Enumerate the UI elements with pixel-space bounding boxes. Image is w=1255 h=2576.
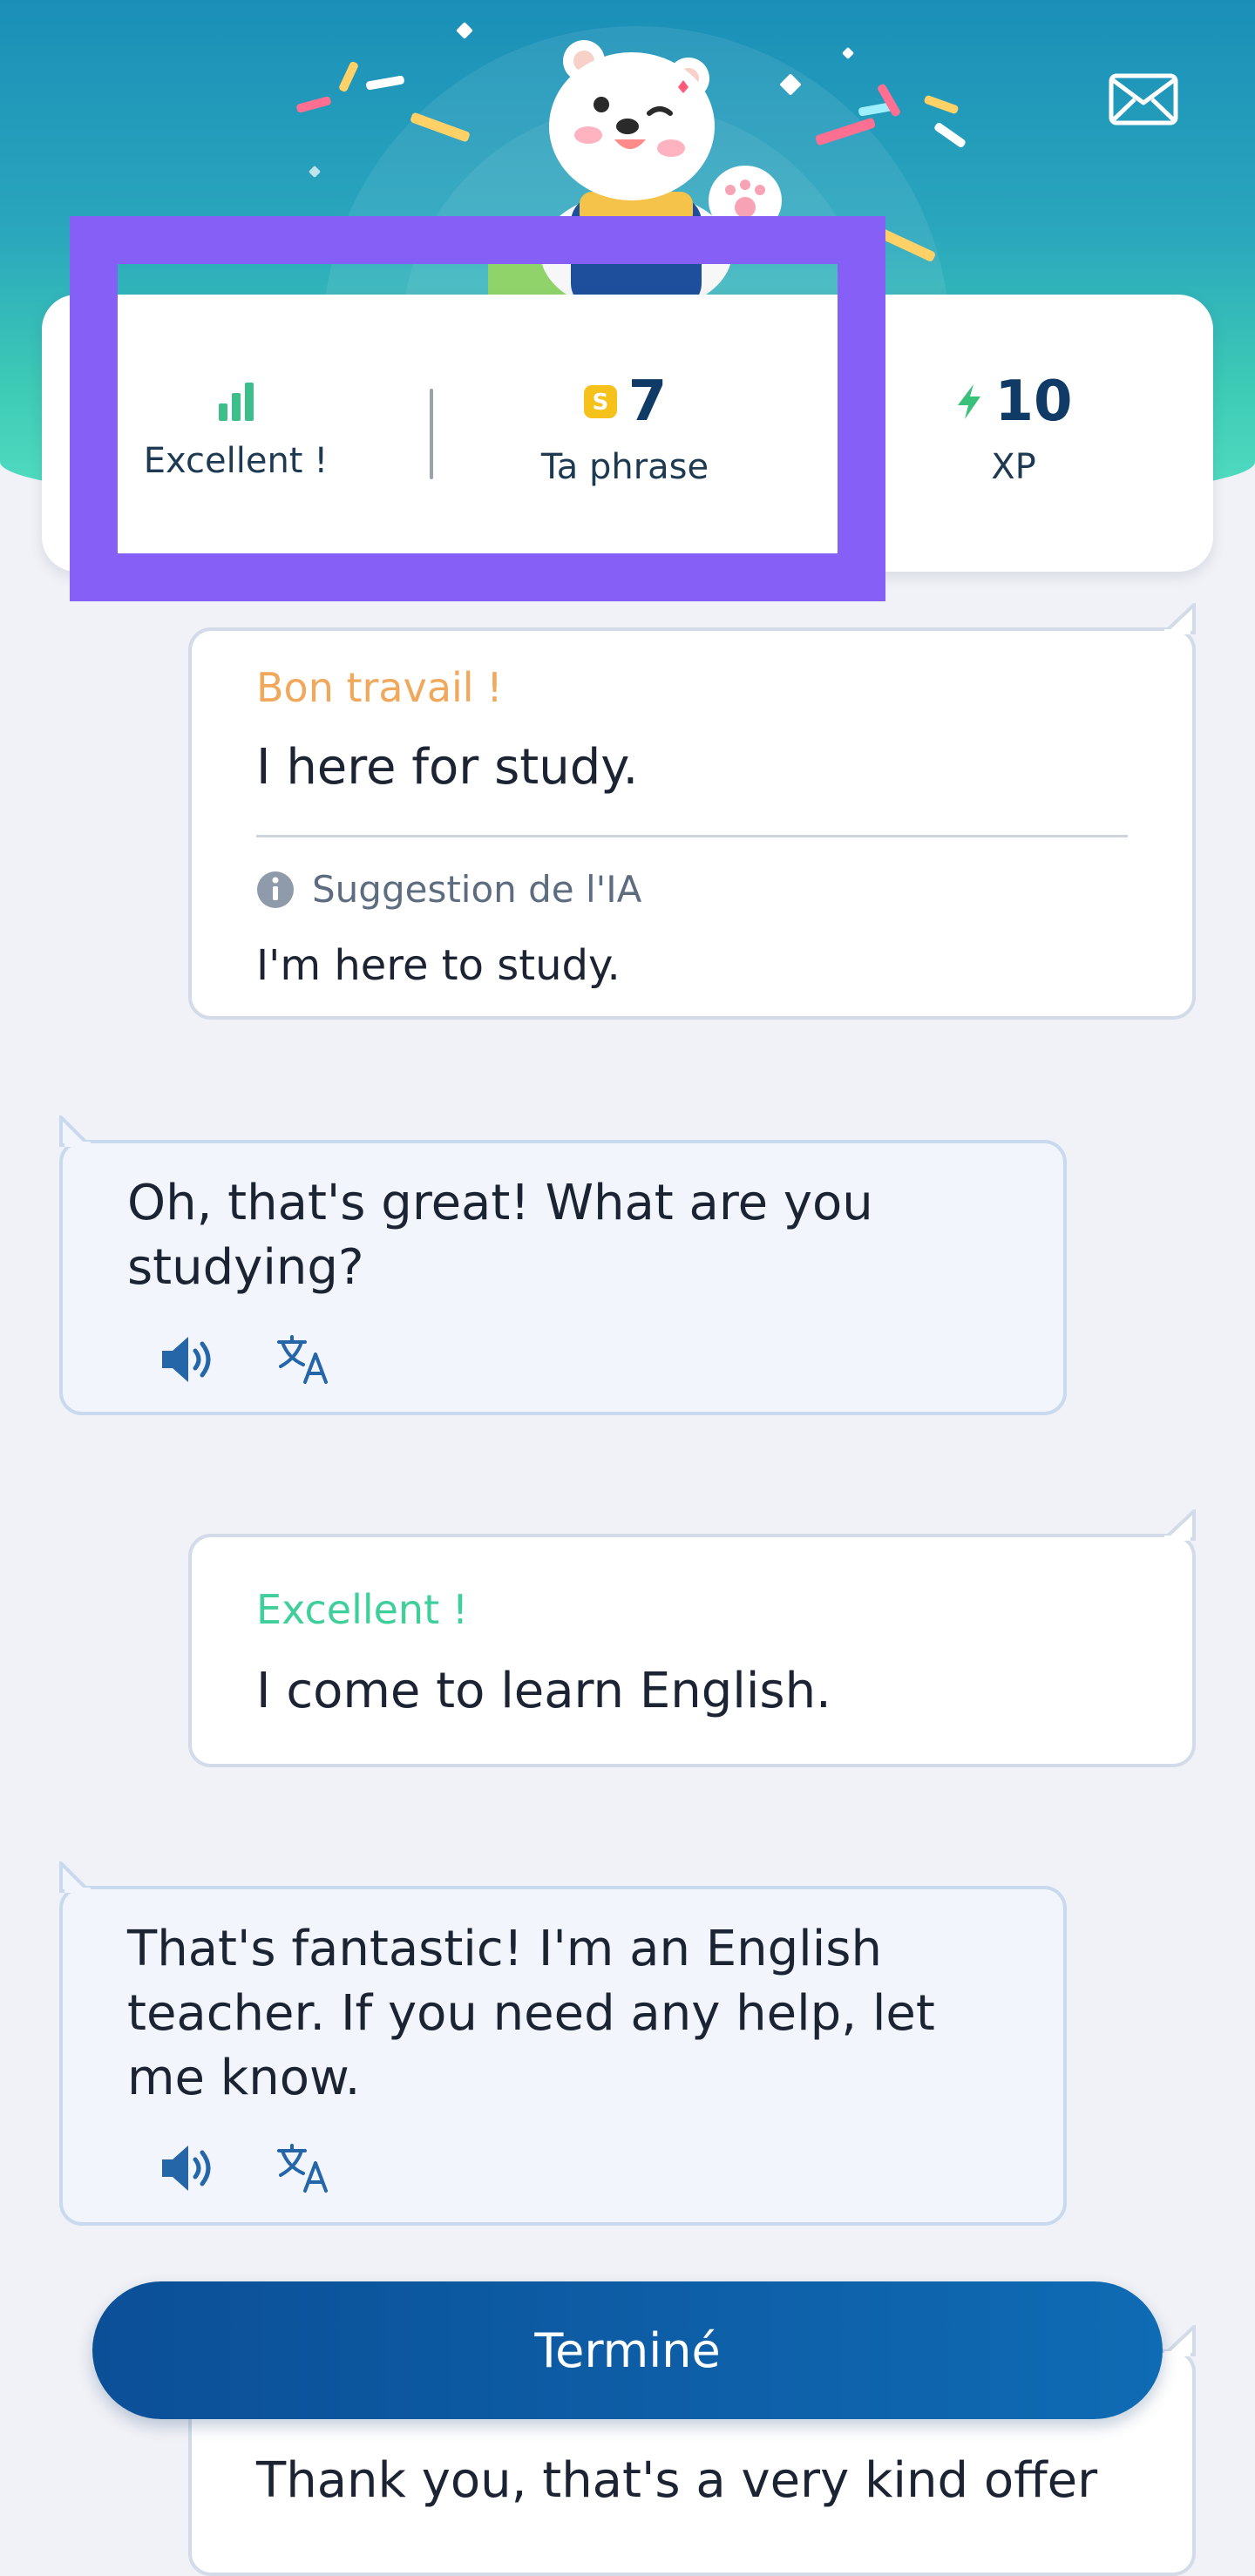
suggestion-divider — [256, 835, 1128, 837]
bubble-tail — [1164, 1509, 1196, 1541]
ai-suggestion-header: Suggestion de l'IA — [256, 868, 641, 911]
bubble-tail — [1164, 2325, 1196, 2356]
user-sentence: I here for study. — [256, 739, 639, 796]
translate-icon[interactable] — [275, 2142, 331, 2194]
svg-text:S: S — [592, 390, 608, 416]
ai-message-text: Oh, that's great! What are you studying? — [127, 1175, 873, 1296]
confetti — [295, 95, 332, 114]
feedback-label: Bon travail ! — [256, 664, 503, 711]
bubble-tail — [59, 1861, 91, 1893]
xp-stat: 10 XP — [817, 295, 1210, 572]
ai-suggestion-text: I'm here to study. — [256, 941, 621, 990]
ai-message-bubble: That's fantastic! I'm an English teacher… — [59, 1861, 1067, 2226]
info-icon — [257, 871, 294, 908]
sparkle — [841, 46, 855, 60]
signal-bars-icon — [218, 383, 254, 421]
user-message-bubble: Bon travail ! I here for study. Suggesti… — [188, 603, 1196, 1020]
lightning-icon — [958, 384, 981, 419]
ai-suggestion-label: Suggestion de l'IA — [312, 868, 642, 911]
sentence-stat: S 7 Ta phrase — [433, 295, 817, 572]
sentence-label: Ta phrase — [540, 447, 709, 487]
confetti — [365, 75, 405, 91]
done-button[interactable]: Terminé — [92, 2281, 1163, 2419]
coin-s-icon: S — [583, 385, 617, 418]
rating-stat: Excellent ! — [42, 295, 430, 572]
confetti — [933, 121, 967, 149]
ai-message-bubble: Oh, that's great! What are you studying? — [59, 1115, 1067, 1415]
bubble-tail — [59, 1115, 91, 1147]
feedback-label: Excellent ! — [256, 1586, 469, 1633]
bear-mascot-illustration — [488, 40, 782, 296]
user-message-bubble: Excellent ! I come to learn English. — [188, 1509, 1196, 1767]
ai-message-text: That's fantastic! I'm an English teacher… — [127, 1921, 935, 2106]
bubble-tail — [1164, 603, 1196, 634]
stats-card: Excellent ! S 7 Ta phrase 10 XP — [42, 295, 1213, 572]
user-sentence: Thank you, that's a very kind offer — [256, 2452, 1098, 2509]
speaker-icon[interactable] — [159, 2142, 214, 2194]
speaker-icon[interactable] — [159, 1333, 214, 1386]
confetti — [337, 60, 360, 93]
confetti — [923, 94, 960, 115]
translate-icon[interactable] — [275, 1333, 331, 1386]
user-sentence: I come to learn English. — [256, 1663, 831, 1719]
xp-label: XP — [991, 447, 1036, 487]
rating-label: Excellent ! — [143, 441, 329, 481]
sentence-count: 7 — [628, 369, 668, 434]
mail-icon[interactable] — [1109, 73, 1178, 125]
sparkle — [308, 165, 322, 179]
xp-value: 10 — [994, 369, 1073, 434]
